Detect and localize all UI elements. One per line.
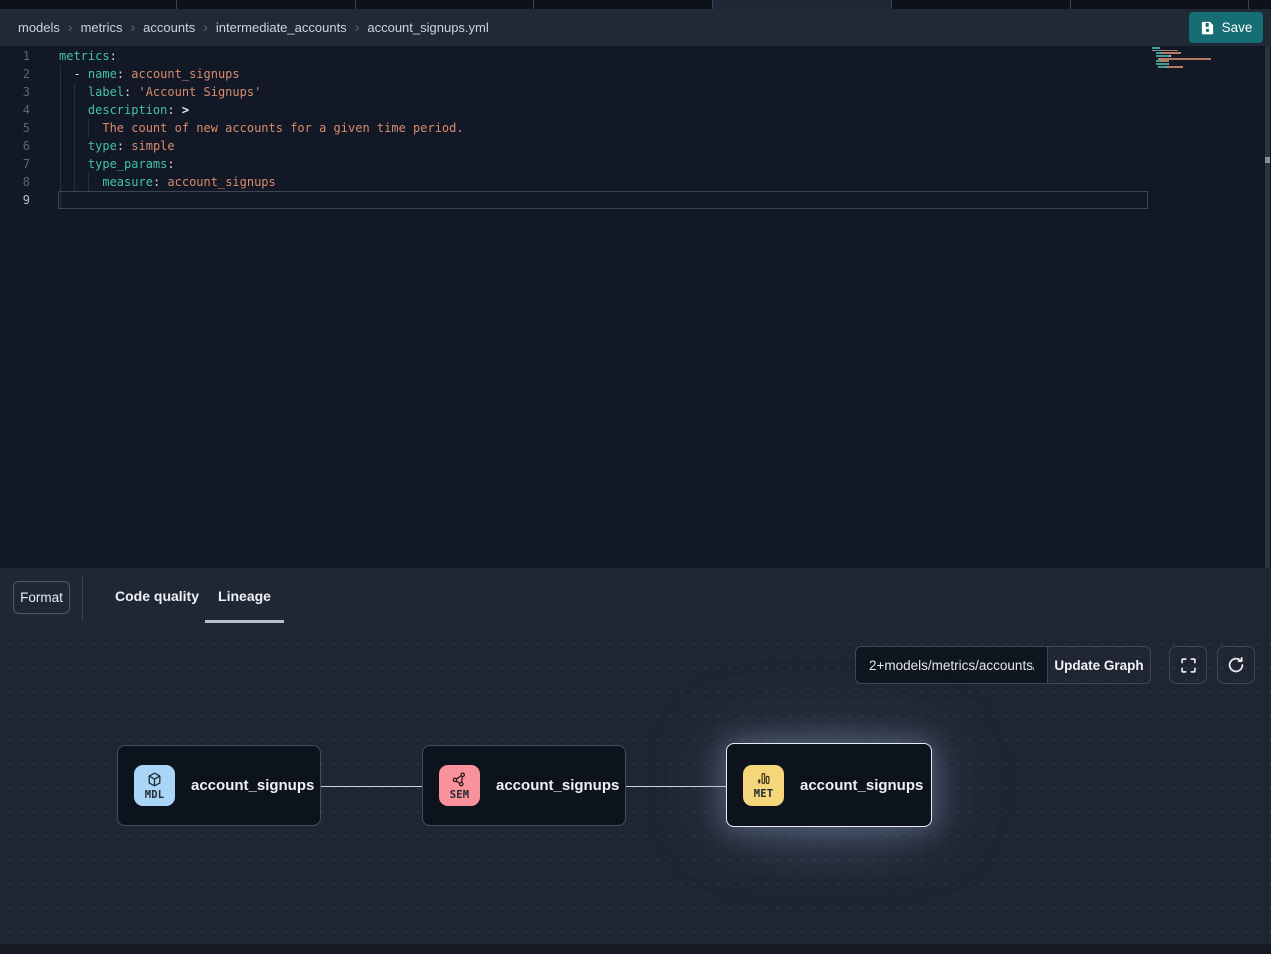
divider [82, 575, 83, 621]
line-number: 4 [0, 101, 40, 119]
line-number: 6 [0, 137, 40, 155]
breadcrumb-item[interactable]: models [18, 20, 60, 35]
network-icon [451, 771, 468, 788]
code-text: The count of new accounts for a given ti… [40, 119, 464, 137]
breadcrumb: models › metrics › accounts › intermediate_acc… [18, 9, 489, 46]
node-type-badge: MET [743, 765, 784, 806]
lineage-graph-panel[interactable]: Update Graph MDLaccount_signu [0, 632, 1271, 954]
tab-separator [355, 0, 356, 9]
save-icon [1200, 20, 1215, 35]
editor-scrollbar-marker [1265, 157, 1270, 163]
line-number: 7 [0, 155, 40, 173]
lineage-edge [626, 786, 727, 787]
lineage-selector-group: Update Graph [855, 646, 1151, 684]
tab-separator [891, 0, 892, 9]
code-text [40, 191, 59, 209]
code-line[interactable]: 4 description: > [0, 101, 1160, 119]
fullscreen-button[interactable] [1169, 646, 1207, 684]
node-type-label: SEM [450, 789, 470, 801]
tab-separator [533, 0, 534, 9]
code-text: type: simple [40, 137, 175, 155]
line-number: 3 [0, 83, 40, 101]
tab-separator [712, 0, 713, 9]
bar-chart-icon [755, 770, 772, 787]
lineage-edge [321, 786, 422, 787]
bottom-panel-header: Format Code quality Lineage [0, 568, 1271, 632]
tab-separator [1248, 0, 1249, 9]
breadcrumb-item[interactable]: intermediate_accounts [216, 20, 347, 35]
format-button[interactable]: Format [13, 581, 70, 614]
save-button-label: Save [1222, 20, 1253, 35]
editor-scrollbar[interactable] [1265, 46, 1270, 568]
breadcrumb-item[interactable]: accounts [143, 20, 195, 35]
node-type-label: MET [754, 788, 774, 800]
tab-separator [1070, 0, 1071, 9]
panel-bottom-strip [0, 944, 1271, 954]
line-number: 2 [0, 65, 40, 83]
active-tab-underline [205, 620, 284, 623]
code-text: label: 'Account Signups' [40, 83, 261, 101]
code-line[interactable]: 7 type_params: [0, 155, 1160, 173]
ide-screen: models › metrics › accounts › intermediate_acc… [0, 0, 1271, 954]
code-text: measure: account_signups [40, 173, 276, 191]
breadcrumb-chevron-icon: › [203, 20, 208, 34]
line-number: 8 [0, 173, 40, 191]
breadcrumb-chevron-icon: › [355, 20, 360, 34]
breadcrumb-chevron-icon: › [130, 20, 135, 34]
code-line[interactable]: 6 type: simple [0, 137, 1160, 155]
refresh-button[interactable] [1217, 646, 1255, 684]
code-text: type_params: [40, 155, 175, 173]
line-number: 5 [0, 119, 40, 137]
tab-separator [176, 0, 177, 9]
line-number: 1 [0, 47, 40, 65]
node-type-badge: SEM [439, 765, 480, 806]
lineage-node-met[interactable]: MET account_signups [726, 743, 932, 827]
code-editor[interactable]: 1metrics:2 - name: account_signups3 labe… [0, 46, 1271, 568]
node-type-badge: MDL [134, 765, 175, 806]
code-text: - name: account_signups [40, 65, 240, 83]
tab-lineage[interactable]: Lineage [205, 588, 284, 604]
node-label: account_signups [191, 777, 314, 794]
code-line[interactable]: 1metrics: [0, 47, 1160, 65]
code-line[interactable]: 5 The count of new accounts for a given … [0, 119, 1160, 137]
code-line[interactable]: 2 - name: account_signups [0, 65, 1160, 83]
breadcrumb-chevron-icon: › [68, 20, 73, 34]
save-button[interactable]: Save [1189, 12, 1263, 43]
lineage-node-sem[interactable]: SEM account_signups [422, 745, 626, 826]
node-label: account_signups [800, 777, 923, 794]
breadcrumb-bar: models › metrics › accounts › intermediate_acc… [0, 9, 1271, 46]
active-file-tab[interactable] [712, 0, 891, 9]
fullscreen-icon [1180, 657, 1197, 674]
cube-icon [146, 771, 163, 788]
code-text: description: > [40, 101, 189, 119]
code-line[interactable]: 8 measure: account_signups [0, 173, 1160, 191]
minimap[interactable] [1152, 47, 1230, 71]
current-line-highlight [58, 191, 1148, 209]
code-line[interactable]: 3 label: 'Account Signups' [0, 83, 1160, 101]
breadcrumb-item[interactable]: account_signups.yml [367, 20, 488, 35]
lineage-node-mdl[interactable]: MDL account_signups [117, 745, 321, 826]
code-text: metrics: [40, 47, 117, 65]
file-tab-strip[interactable] [0, 0, 1271, 9]
node-type-label: MDL [145, 789, 165, 801]
line-number: 9 [0, 191, 40, 209]
breadcrumb-item[interactable]: metrics [81, 20, 123, 35]
tab-code-quality[interactable]: Code quality [115, 588, 199, 604]
lineage-selector-input[interactable] [855, 646, 1047, 684]
update-graph-button[interactable]: Update Graph [1047, 646, 1151, 684]
node-label: account_signups [496, 777, 619, 794]
refresh-icon [1227, 656, 1245, 674]
